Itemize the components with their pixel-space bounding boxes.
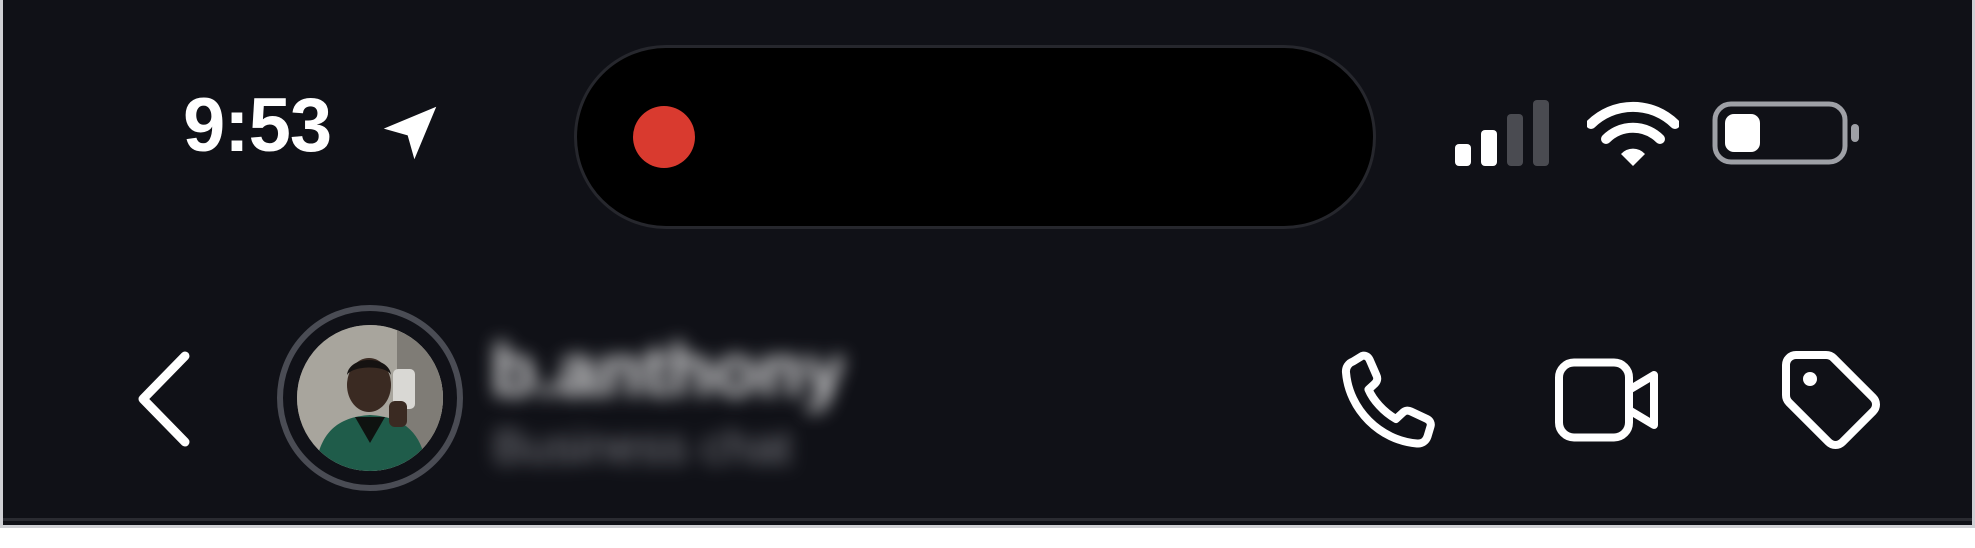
phone-screen: 9:53 b.anthony Business chat (0, 0, 1975, 528)
chevron-left-icon (138, 351, 190, 447)
back-button[interactable] (131, 348, 201, 450)
signal-bar (1507, 114, 1523, 166)
avatar (297, 325, 443, 471)
signal-bar (1481, 130, 1497, 166)
tag-icon (1782, 351, 1880, 449)
recording-indicator-icon (633, 106, 695, 168)
video-camera-icon (1555, 358, 1658, 442)
status-time: 9:53 (183, 83, 332, 168)
signal-bar (1533, 100, 1549, 166)
wifi-icon (1587, 101, 1679, 166)
battery-level-fill (1725, 114, 1760, 152)
video-call-button[interactable] (1549, 340, 1669, 460)
label-button[interactable] (1771, 340, 1891, 460)
header-divider (3, 518, 1972, 521)
avatar-photo (297, 325, 443, 471)
call-button[interactable] (1329, 340, 1449, 460)
contact-avatar[interactable] (277, 305, 463, 491)
signal-bar (1455, 144, 1471, 166)
cellular-signal-icon (1455, 100, 1549, 166)
phone-icon (1341, 351, 1435, 448)
contact-name[interactable]: b.anthony (491, 328, 845, 413)
location-arrow-icon (383, 106, 437, 160)
contact-subtitle: Business chat (493, 421, 792, 474)
battery-icon (1712, 101, 1859, 165)
dynamic-island (577, 48, 1373, 226)
